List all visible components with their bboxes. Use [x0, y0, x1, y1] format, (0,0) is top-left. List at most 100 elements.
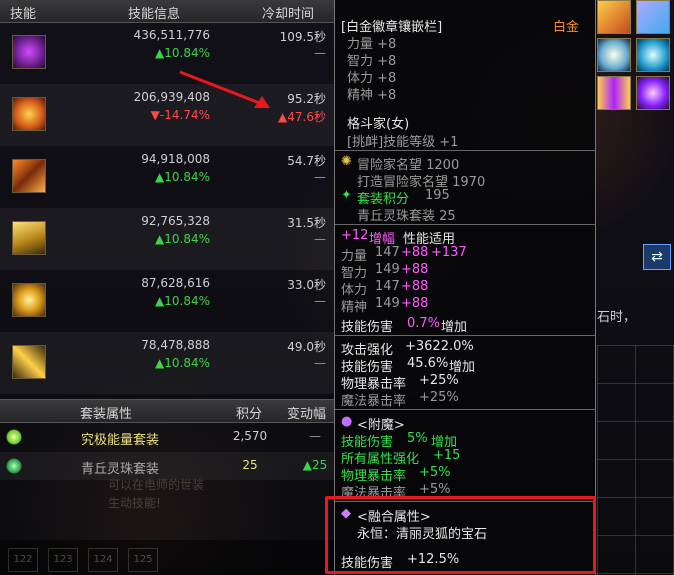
- skill-damage: 87,628,616: [141, 276, 210, 290]
- amp-stat-bonus: +88: [401, 262, 429, 277]
- side-text: 石时，: [597, 310, 637, 325]
- fire-burst-icon: [12, 97, 46, 131]
- skill-damage: 78,478,888: [141, 338, 210, 352]
- skill-dmg-label: 技能伤害: [341, 320, 394, 335]
- skill-cooldown: 33.0秒: [287, 278, 326, 292]
- skill-level-bonus: [挑衅]技能等级 +1: [347, 135, 459, 150]
- inventory-grid[interactable]: [597, 345, 674, 575]
- set-score: 25: [242, 458, 258, 472]
- skill-cooldown: 31.5秒: [287, 216, 326, 230]
- skill-cooldown-change: —: [314, 232, 326, 246]
- divider: [335, 150, 595, 151]
- skill-row[interactable]: 87,628,616 ▲10.84% 33.0秒 —: [0, 270, 335, 332]
- set-name: 青丘灵珠套装 25: [357, 209, 456, 224]
- skill-row[interactable]: 206,939,408 ▼-14.74% 95.2秒 ▲47.6秒: [0, 84, 335, 146]
- skill-row[interactable]: 436,511,776 ▲10.84% 109.5秒 —: [0, 22, 335, 84]
- attack-value: +3622.0%: [405, 339, 474, 354]
- fame-icon: ✺: [341, 154, 352, 169]
- header-skill: 技能: [10, 7, 37, 22]
- skill-cooldown-change: —: [314, 170, 326, 184]
- amp-stat-base: 147: [375, 245, 400, 260]
- background-text: 生动技能!: [108, 496, 161, 510]
- divider: [335, 224, 595, 225]
- amp-stat-bonus2: +137: [431, 245, 467, 260]
- amp-stat-base: 149: [375, 296, 400, 311]
- buff-icon[interactable]: [597, 76, 631, 110]
- skill-row[interactable]: 94,918,008 ▲10.84% 54.7秒 —: [0, 146, 335, 208]
- attack-value: +25%: [419, 373, 459, 388]
- sun-star-icon: [12, 283, 46, 317]
- skill-damage-change: ▲10.84%: [155, 294, 210, 308]
- amp-level: +12: [341, 228, 369, 243]
- skill-damage-change: ▲10.84%: [155, 46, 210, 60]
- divider: [335, 335, 595, 336]
- buff-icon[interactable]: [597, 38, 631, 72]
- set-row[interactable]: 究极能量套装 2,570 —: [0, 423, 335, 451]
- attack-value: 45.6%: [407, 356, 449, 371]
- skill-damage-change: ▲10.84%: [155, 170, 210, 184]
- buff-icon[interactable]: [636, 76, 670, 110]
- set-change: ▲25: [302, 458, 328, 472]
- skill-damage: 206,939,408: [133, 90, 210, 104]
- class-requirement: 格斗家(女): [347, 117, 410, 132]
- amp-stat-bonus: +88: [401, 245, 429, 260]
- quick-slot[interactable]: 123: [48, 548, 78, 572]
- set-score: 2,570: [232, 429, 268, 443]
- skill-damage: 92,765,328: [141, 214, 210, 228]
- skill-cooldown-change: —: [314, 46, 326, 60]
- buff-icon[interactable]: [636, 38, 670, 72]
- swap-icon[interactable]: ⇄: [643, 244, 671, 270]
- set-name: 究极能量套装: [80, 433, 159, 448]
- buff-icon[interactable]: [597, 0, 631, 34]
- enchant-value: +15: [433, 448, 461, 463]
- background-text: 可以在电师的世装: [108, 478, 205, 492]
- skill-cooldown-change: —: [314, 356, 326, 370]
- set-points-value: 195: [425, 188, 450, 203]
- annotation-highlight-box: [325, 496, 596, 574]
- skill-cooldown: 95.2秒: [287, 92, 326, 106]
- skill-damage-change: ▼-14.74%: [150, 108, 210, 122]
- skill-cooldown: 49.0秒: [287, 340, 326, 354]
- enchant-value: 5%: [407, 431, 428, 446]
- enchant-orb-icon: ●: [341, 414, 353, 429]
- amp-stat-name: 精神: [341, 300, 368, 315]
- energy-spark-icon: [6, 429, 22, 445]
- skill-cooldown-change: ▲47.6秒: [278, 110, 326, 124]
- skill-info-panel: 技能 技能信息 冷却时间 436,511,776 ▲10.84% 109.5秒 …: [0, 0, 335, 575]
- skill-row[interactable]: 92,765,328 ▲10.84% 31.5秒 —: [0, 208, 335, 270]
- skill-dmg-value: 0.7%: [407, 316, 441, 331]
- skill-cooldown: 54.7秒: [287, 154, 326, 168]
- amp-stat-base: 147: [375, 279, 400, 294]
- skill-table-header: 技能 技能信息 冷却时间: [0, 0, 335, 23]
- skill-cooldown-change: —: [314, 294, 326, 308]
- header-cooldown: 冷却时间: [262, 7, 315, 22]
- attack-value: +25%: [419, 390, 459, 405]
- base-stat: 精神 +8: [347, 88, 397, 103]
- amp-stat-bonus: +88: [401, 279, 429, 294]
- skill-damage-change: ▲10.84%: [155, 232, 210, 246]
- header-change: 变动幅: [287, 407, 327, 422]
- skill-damage: 436,511,776: [133, 28, 210, 42]
- skill-row[interactable]: 78,478,888 ▲10.84% 49.0秒 —: [0, 332, 335, 394]
- flame-fist-icon: [12, 159, 46, 193]
- amp-stat-bonus: +88: [401, 296, 429, 311]
- purple-claw-icon: [12, 35, 46, 69]
- quick-slot[interactable]: 125: [128, 548, 158, 572]
- set-points-icon: ✦: [341, 188, 352, 203]
- enchant-value: +5%: [419, 482, 451, 497]
- fox-gem-icon: [6, 458, 22, 474]
- skill-cooldown: 109.5秒: [279, 30, 326, 44]
- skill-damage-change: ▲10.84%: [155, 356, 210, 370]
- skill-dmg-suffix: 增加: [441, 320, 468, 335]
- buff-icon[interactable]: [636, 0, 670, 34]
- golden-claw-icon: [12, 221, 46, 255]
- quick-slot[interactable]: 122: [8, 548, 38, 572]
- header-skill-info: 技能信息: [128, 7, 181, 22]
- quick-slot[interactable]: 124: [88, 548, 118, 572]
- set-name: 青丘灵珠套装: [80, 462, 159, 477]
- item-tooltip: [白金徽章镶嵌栏] 白金 力量 +8 智力 +8 体力 +8 精神 +8 格斗家…: [334, 0, 596, 575]
- set-table-header: 套装属性 积分 变动幅: [0, 399, 335, 423]
- divider: [335, 409, 595, 410]
- attack-label: 魔法暴击率: [341, 394, 407, 409]
- set-change: —: [309, 429, 321, 443]
